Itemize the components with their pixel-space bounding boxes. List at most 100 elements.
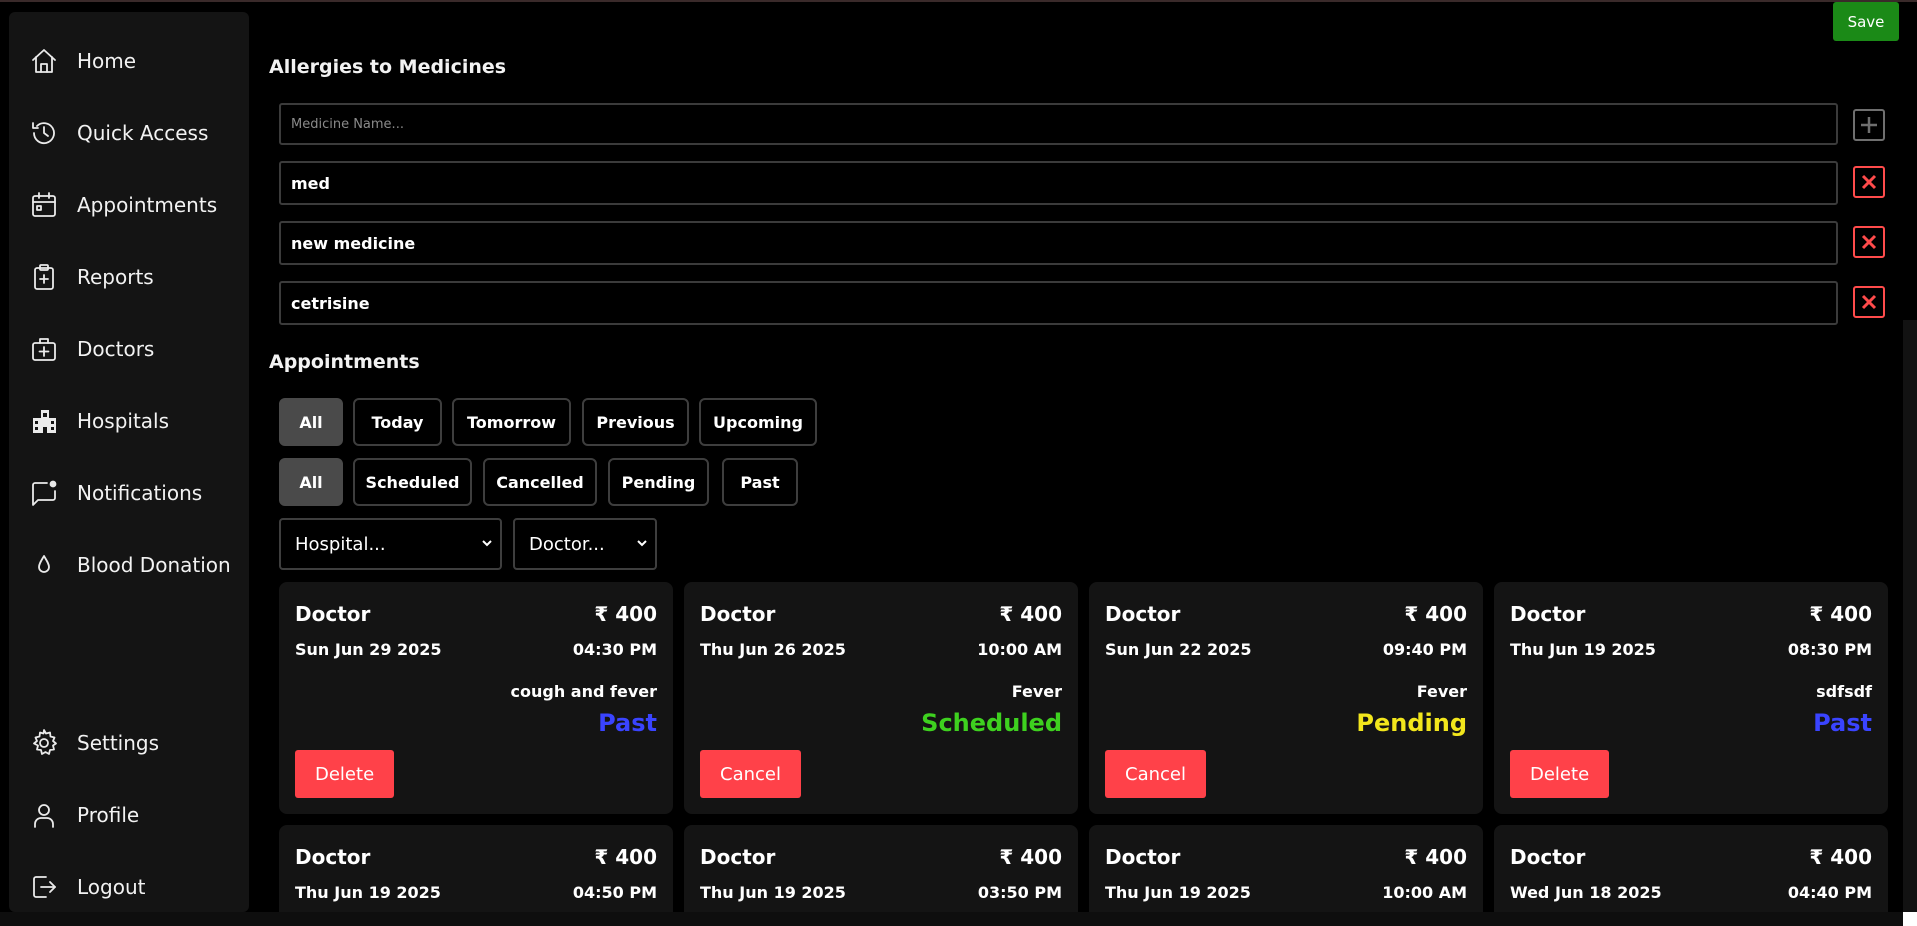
blood-drop-icon: [29, 550, 59, 580]
appointment-time: 09:40 PM: [1382, 640, 1467, 659]
appointment-reason: sdfsdf: [1816, 682, 1872, 701]
sidebar-item-quick-access[interactable]: Quick Access: [9, 108, 249, 158]
appointments-title: Appointments: [269, 351, 420, 373]
top-border: [0, 0, 1917, 2]
appointment-date: Sun Jun 22 2025: [1105, 640, 1252, 659]
appointment-date: Thu Jun 19 2025: [1105, 883, 1251, 902]
sidebar-item-label: Blood Donation: [77, 553, 231, 577]
scrollbar[interactable]: [1903, 320, 1917, 926]
status-badge: Scheduled: [921, 709, 1062, 737]
remove-medicine-button[interactable]: [1853, 226, 1885, 258]
sidebar-item-reports[interactable]: Reports: [9, 252, 249, 302]
appointment-time: 04:30 PM: [572, 640, 657, 659]
bottom-strip: [0, 912, 1903, 926]
sidebar-item-settings[interactable]: Settings: [9, 718, 249, 768]
appointment-reason: Fever: [1416, 682, 1467, 701]
appointment-card: Doctor ₹ 400 Sun Jun 22 2025 09:40 PM Fe…: [1089, 582, 1483, 814]
status-badge: Past: [598, 709, 657, 737]
sidebar-item-label: Profile: [77, 803, 140, 827]
allergy-medicine-field[interactable]: [279, 221, 1838, 265]
doctor-name: Doctor: [1105, 602, 1181, 626]
sidebar-item-blood-donation[interactable]: Blood Donation: [9, 540, 249, 590]
date-filter-tomorrow[interactable]: Tomorrow: [452, 398, 571, 446]
message-badge-icon: [29, 478, 59, 508]
appointment-card: Doctor ₹ 400 Thu Jun 19 2025 08:30 PM sd…: [1494, 582, 1888, 814]
allergy-medicine-field[interactable]: [279, 161, 1838, 205]
hospital-select[interactable]: Hospital...: [279, 518, 502, 570]
appointment-date: Thu Jun 19 2025: [295, 883, 441, 902]
delete-button[interactable]: Delete: [295, 750, 395, 798]
status-filter-all[interactable]: All: [279, 458, 343, 506]
save-button[interactable]: Save: [1833, 2, 1899, 41]
sidebar-item-hospitals[interactable]: Hospitals: [9, 396, 249, 446]
cancel-button[interactable]: Cancel: [1105, 750, 1206, 798]
appointment-card: Doctor ₹ 400 Sun Jun 29 2025 04:30 PM co…: [279, 582, 673, 814]
sidebar-item-notifications[interactable]: Notifications: [9, 468, 249, 518]
status-filter-scheduled[interactable]: Scheduled: [353, 458, 472, 506]
status-badge: Past: [1813, 709, 1872, 737]
close-icon: [1861, 234, 1877, 250]
delete-button[interactable]: Delete: [1510, 750, 1610, 798]
sidebar-item-label: Hospitals: [77, 409, 170, 433]
medicine-name-input[interactable]: [279, 103, 1838, 145]
scroll-corner: [1903, 912, 1917, 926]
cancel-button[interactable]: Cancel: [700, 750, 801, 798]
gear-icon: [29, 728, 59, 758]
fee: ₹ 400: [594, 845, 657, 869]
doctor-name: Doctor: [700, 602, 776, 626]
fee: ₹ 400: [1809, 845, 1872, 869]
appointment-date: Thu Jun 19 2025: [700, 883, 846, 902]
remove-medicine-button[interactable]: [1853, 286, 1885, 318]
appointment-time: 04:40 PM: [1787, 883, 1872, 902]
fee: ₹ 400: [1404, 602, 1467, 626]
doctor-name: Doctor: [1105, 845, 1181, 869]
logout-icon: [29, 872, 59, 902]
medical-bag-icon: [29, 334, 59, 364]
appointment-card: Doctor ₹ 400 Thu Jun 19 2025 03:50 PM: [684, 825, 1078, 912]
allergy-medicine-field[interactable]: [279, 281, 1838, 325]
plus-icon: [1861, 117, 1877, 133]
add-medicine-button[interactable]: [1853, 109, 1885, 141]
appointment-time: 03:50 PM: [977, 883, 1062, 902]
close-icon: [1861, 174, 1877, 190]
date-filter-upcoming[interactable]: Upcoming: [699, 398, 817, 446]
hospital-building-icon: [29, 406, 59, 436]
sidebar-item-label: Logout: [77, 875, 146, 899]
sidebar-item-label: Settings: [77, 731, 160, 755]
chevron-down-icon: [637, 540, 647, 547]
appointment-date: Wed Jun 18 2025: [1510, 883, 1662, 902]
fee: ₹ 400: [1809, 602, 1872, 626]
sidebar-item-appointments[interactable]: Appointments: [9, 180, 249, 230]
sidebar-item-doctors[interactable]: Doctors: [9, 324, 249, 374]
user-icon: [29, 800, 59, 830]
calendar-icon: [29, 190, 59, 220]
date-filter-today[interactable]: Today: [353, 398, 442, 446]
clipboard-plus-icon: [29, 262, 59, 292]
fee: ₹ 400: [1404, 845, 1467, 869]
status-filter-pending[interactable]: Pending: [608, 458, 709, 506]
doctor-name: Doctor: [700, 845, 776, 869]
fee: ₹ 400: [999, 602, 1062, 626]
close-icon: [1861, 294, 1877, 310]
doctor-name: Doctor: [295, 845, 371, 869]
sidebar-item-label: Quick Access: [77, 121, 209, 145]
date-filter-previous[interactable]: Previous: [582, 398, 689, 446]
appointment-reason: cough and fever: [510, 682, 657, 701]
status-filter-cancelled[interactable]: Cancelled: [483, 458, 597, 506]
sidebar-item-label: Home: [77, 49, 137, 73]
sidebar-item-home[interactable]: Home: [9, 36, 249, 86]
appointment-card: Doctor ₹ 400 Thu Jun 19 2025 10:00 AM: [1089, 825, 1483, 912]
remove-medicine-button[interactable]: [1853, 166, 1885, 198]
date-filter-all[interactable]: All: [279, 398, 343, 446]
fee: ₹ 400: [594, 602, 657, 626]
appointment-time: 10:00 AM: [1382, 883, 1467, 902]
sidebar-item-label: Notifications: [77, 481, 203, 505]
sidebar-item-profile[interactable]: Profile: [9, 790, 249, 840]
fee: ₹ 400: [999, 845, 1062, 869]
doctor-select[interactable]: Doctor...: [513, 518, 657, 570]
sidebar-item-logout[interactable]: Logout: [9, 862, 249, 912]
status-filter-past[interactable]: Past: [722, 458, 798, 506]
sidebar: Home Quick Access Appointments Reports D…: [9, 12, 249, 912]
appointment-card: Doctor ₹ 400 Thu Jun 19 2025 04:50 PM: [279, 825, 673, 912]
appointment-time: 08:30 PM: [1787, 640, 1872, 659]
